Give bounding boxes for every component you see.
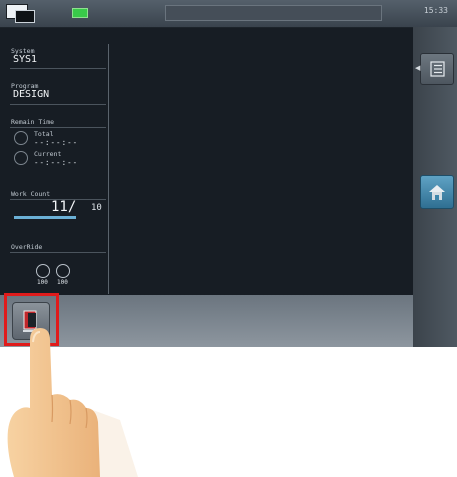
home-button[interactable] — [420, 175, 454, 209]
top-status-bar: 15:33 — [0, 0, 457, 28]
system-value: SYS1 — [13, 54, 38, 65]
battery-icon — [72, 8, 88, 18]
current-time-icon — [14, 151, 28, 165]
program-value: DESIGN — [13, 89, 50, 100]
cnc-screen: 15:33 System SYS1 Program DESIGN Remain … — [0, 0, 457, 347]
remain-time-label: Remain Time — [11, 118, 55, 126]
list-button[interactable]: ◀ — [415, 53, 454, 85]
home-icon — [429, 185, 445, 200]
current-value: --:--:-- — [34, 158, 79, 167]
work-count-current: 11/ — [51, 199, 77, 215]
spindle-override-value: 100 — [57, 279, 68, 286]
window-switch-icon[interactable] — [6, 4, 35, 23]
total-time-icon — [14, 131, 28, 145]
clock: 15:33 — [423, 6, 448, 15]
total-value: --:--:-- — [34, 138, 79, 147]
feed-override-value: 100 — [37, 279, 48, 286]
override-label: OverRide — [11, 243, 43, 251]
list-icon — [430, 61, 445, 77]
work-count-progress — [14, 216, 76, 219]
spindle-override-icon — [56, 264, 70, 278]
work-count-total: 10 — [91, 203, 102, 213]
feed-override-icon — [36, 264, 50, 278]
right-sidebar: ◀ — [413, 27, 457, 347]
info-panel: System SYS1 Program DESIGN Remain Time T… — [4, 44, 109, 294]
current-label: Current — [34, 150, 62, 158]
total-label: Total — [34, 130, 54, 138]
pointing-hand-icon — [7, 328, 138, 477]
message-field — [165, 5, 382, 21]
work-count-label: Work Count — [11, 190, 51, 198]
expand-arrow-icon: ◀ — [415, 64, 421, 72]
